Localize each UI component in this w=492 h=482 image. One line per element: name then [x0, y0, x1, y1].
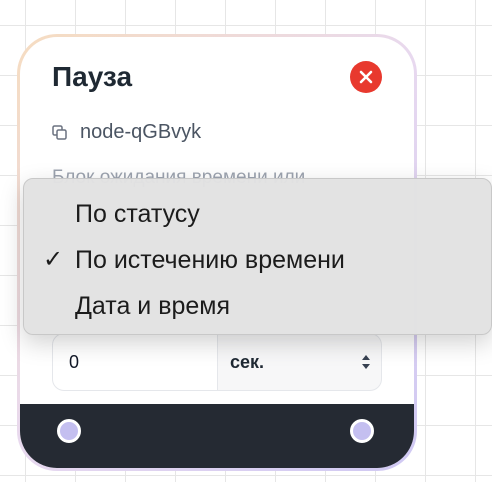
duration-row: сек. [52, 333, 382, 391]
checkmark-icon: ✓ [43, 246, 64, 273]
close-icon [359, 70, 373, 84]
menu-item-date-time[interactable]: Дата и время [24, 283, 491, 329]
node-id-row[interactable]: node-qGBvyk [52, 121, 201, 144]
menu-item-by-status[interactable]: По статусу [24, 191, 491, 237]
menu-item-label: По статусу [75, 200, 200, 228]
unit-select[interactable]: сек. [218, 333, 382, 391]
close-button[interactable] [350, 61, 382, 93]
output-handle[interactable] [350, 419, 374, 443]
menu-item-by-timeout[interactable]: ✓ По истечению времени [24, 237, 491, 283]
node-id: node-qGBvyk [80, 121, 202, 143]
input-handle[interactable] [57, 419, 81, 443]
node-title: Пауза [52, 61, 133, 92]
copy-icon[interactable] [52, 124, 68, 141]
unit-select-value: сек. [230, 351, 265, 372]
duration-input[interactable] [52, 333, 218, 391]
chevron-updown-icon [362, 355, 370, 369]
menu-item-label: Дата и время [75, 292, 231, 320]
mode-dropdown-menu: По статусу ✓ По истечению времени Дата и… [23, 178, 492, 335]
node-footer [20, 404, 414, 468]
menu-item-label: По истечению времени [75, 246, 345, 274]
